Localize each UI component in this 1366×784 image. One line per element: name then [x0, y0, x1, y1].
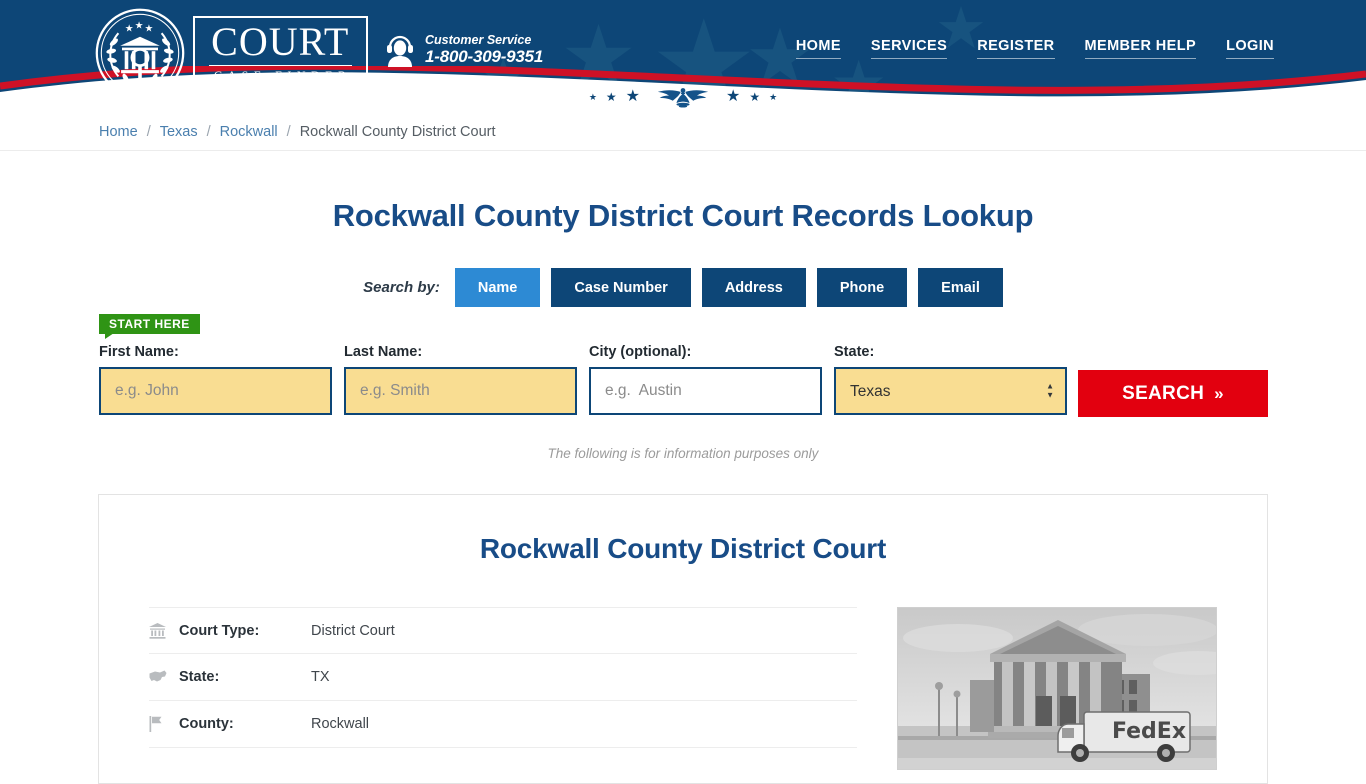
- logo-primary-text: COURT: [211, 18, 350, 64]
- detail-value: Rockwall: [311, 716, 370, 732]
- nav-login[interactable]: LOGIN: [1226, 38, 1274, 59]
- detail-label: State:: [179, 669, 220, 685]
- logo-secondary-text: CASE FINDER: [214, 67, 352, 82]
- eagle-emblem-icon: [657, 88, 709, 108]
- svg-text:★: ★: [145, 23, 154, 34]
- table-row: Court Type: District Court: [149, 607, 857, 654]
- first-name-label: First Name:: [99, 344, 179, 360]
- svg-text:★: ★: [125, 23, 134, 34]
- eagle-emblem-group: ★ ★ ★ ★ ★ ★: [0, 82, 1366, 112]
- tab-name[interactable]: Name: [454, 268, 541, 307]
- start-here-badge: START HERE: [99, 314, 200, 339]
- last-name-label: Last Name:: [344, 344, 423, 360]
- svg-text:FedEx: FedEx: [1112, 719, 1186, 744]
- detail-label: Court Type:: [179, 622, 260, 639]
- first-name-field-group: First Name:: [99, 344, 332, 415]
- page-title: Rockwall County District Court Records L…: [332, 198, 1034, 233]
- search-by-tabs: Search by: Name Case Number Address Phon…: [0, 268, 1366, 307]
- breadcrumb-item-home[interactable]: Home: [99, 124, 138, 140]
- first-name-input[interactable]: [99, 367, 332, 415]
- bank-icon: [149, 622, 179, 639]
- last-name-field-group: Last Name:: [344, 344, 577, 415]
- svg-text:★: ★: [135, 21, 144, 32]
- detail-value: TX: [311, 669, 330, 685]
- us-map-icon: [149, 670, 179, 684]
- detail-label: County:: [179, 716, 234, 732]
- double-chevron-right-icon: »: [1214, 383, 1224, 403]
- state-field-group: State: Texas ▲ ▼: [834, 344, 1067, 415]
- breadcrumb-item-texas[interactable]: Texas: [160, 124, 198, 140]
- nav-services[interactable]: SERVICES: [870, 38, 948, 59]
- flag-icon: [149, 716, 179, 732]
- city-input[interactable]: [589, 367, 822, 415]
- main-navigation: HOME SERVICES REGISTER MEMBER HELP LOGIN: [795, 38, 1274, 59]
- breadcrumb-separator: /: [146, 123, 151, 140]
- search-button[interactable]: SEARCH »: [1078, 370, 1268, 417]
- state-select[interactable]: Texas: [834, 367, 1067, 415]
- logo-wordmark: COURT CASE FINDER: [193, 15, 368, 91]
- tab-address[interactable]: Address: [701, 268, 806, 307]
- breadcrumb-item-rockwall[interactable]: Rockwall: [220, 124, 278, 140]
- court-info-card: Rockwall County District Court Court Typ…: [98, 494, 1268, 784]
- logo-divider: [209, 64, 352, 66]
- nav-register[interactable]: REGISTER: [977, 38, 1055, 59]
- table-row: State: TX: [149, 654, 857, 701]
- site-header: ★ ★ ★ ★ ★ ★ ★ ★ COURT CASE FINDER Custom…: [0, 0, 1366, 112]
- state-label: State:: [834, 344, 875, 360]
- search-button-label: SEARCH: [1122, 382, 1205, 404]
- breadcrumb-separator: /: [286, 123, 291, 140]
- table-row: County: Rockwall: [149, 701, 857, 748]
- search-by-label: Search by:: [363, 279, 440, 296]
- court-details-table: Court Type: District Court State: TX Cou…: [149, 607, 857, 770]
- courthouse-photo-graphic: FedEx: [898, 608, 1216, 769]
- nav-member-help[interactable]: MEMBER HELP: [1084, 38, 1197, 59]
- tab-phone[interactable]: Phone: [816, 268, 908, 307]
- nav-home[interactable]: HOME: [795, 38, 841, 59]
- court-name-heading: Rockwall County District Court: [479, 533, 887, 564]
- customer-service-label: Customer Service: [425, 33, 532, 47]
- headset-agent-icon: [387, 36, 413, 68]
- last-name-input[interactable]: [344, 367, 577, 415]
- customer-service-block[interactable]: Customer Service 1-800-309-9351: [385, 33, 543, 68]
- tab-email[interactable]: Email: [918, 268, 1003, 307]
- breadcrumb: Home / Texas / Rockwall / Rockwall Count…: [99, 112, 496, 151]
- courthouse-photo: FedEx: [897, 607, 1217, 770]
- customer-service-phone[interactable]: 1-800-309-9351: [425, 47, 543, 67]
- city-field-group: City (optional):: [589, 344, 822, 415]
- tab-case-number[interactable]: Case Number: [551, 268, 691, 307]
- breadcrumb-current: Rockwall County District Court: [299, 123, 496, 140]
- info-note: The following is for information purpose…: [547, 446, 819, 461]
- detail-value: District Court: [311, 622, 395, 639]
- city-label: City (optional):: [589, 344, 692, 360]
- breadcrumb-bar: Home / Texas / Rockwall / Rockwall Count…: [0, 112, 1366, 151]
- breadcrumb-separator: /: [206, 123, 211, 140]
